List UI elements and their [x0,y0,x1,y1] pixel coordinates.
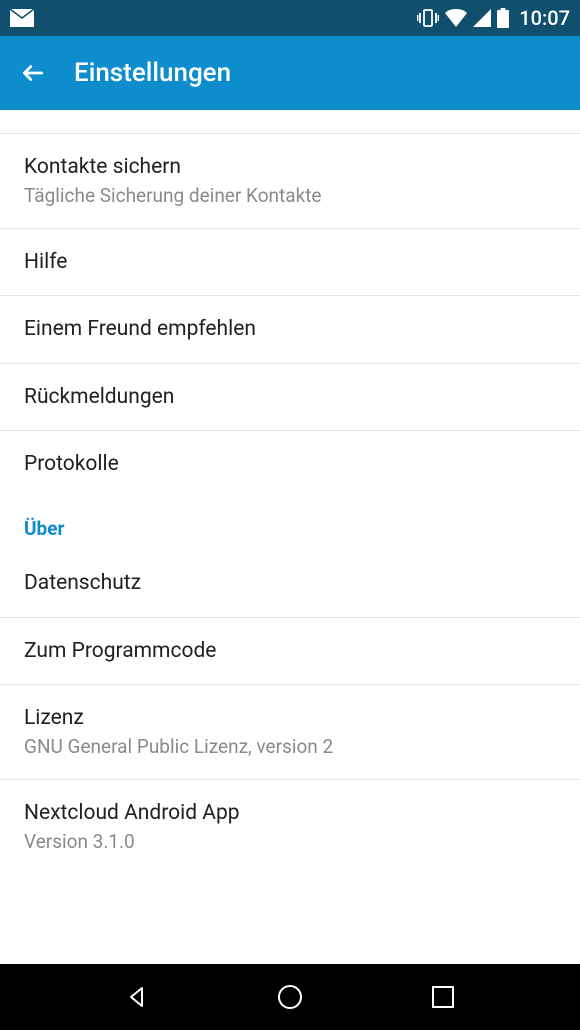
wifi-icon [445,9,467,27]
app-bar: Einstellungen [0,36,580,110]
settings-item-backup-contacts[interactable]: Kontakte sichern Tägliche Sicherung dein… [0,134,580,229]
vibrate-icon [417,8,439,28]
page-title: Einstellungen [74,58,231,88]
navigation-bar [0,964,580,1030]
settings-item-license[interactable]: Lizenz GNU General Public Lizenz, versio… [0,685,580,780]
settings-item-privacy[interactable]: Datenschutz [0,550,580,617]
settings-item-app-version[interactable]: Nextcloud Android App Version 3.1.0 [0,780,580,874]
settings-item-source-code[interactable]: Zum Programmcode [0,618,580,685]
settings-item-feedback[interactable]: Rückmeldungen [0,364,580,431]
battery-icon [497,8,509,28]
signal-icon [473,9,491,27]
section-header-about: Über [0,497,580,550]
nav-recent-button[interactable] [428,982,458,1012]
item-subtitle: Tägliche Sicherung deiner Kontakte [24,183,556,209]
back-icon[interactable] [20,60,46,86]
settings-item-help[interactable]: Hilfe [0,229,580,296]
nav-back-button[interactable] [122,982,152,1012]
item-title: Nextcloud Android App [24,799,556,827]
nav-home-button[interactable] [275,982,305,1012]
item-title: Lizenz [24,704,556,732]
item-title: Hilfe [24,248,556,276]
item-title: Zum Programmcode [24,637,556,665]
mail-icon [10,9,34,27]
item-title: Protokolle [24,450,556,478]
item-title: Datenschutz [24,569,556,597]
status-time: 10:07 [519,6,570,30]
item-title: Einem Freund empfehlen [24,315,556,343]
settings-item-recommend[interactable]: Einem Freund empfehlen [0,296,580,363]
item-title: Rückmeldungen [24,383,556,411]
item-subtitle: GNU General Public Lizenz, version 2 [24,734,556,760]
settings-item-logs[interactable]: Protokolle [0,431,580,497]
item-title: Kontakte sichern [24,153,556,181]
status-bar: 10:07 [0,0,580,36]
item-subtitle: Version 3.1.0 [24,829,556,855]
settings-content: Kontakte sichern Tägliche Sicherung dein… [0,110,580,964]
